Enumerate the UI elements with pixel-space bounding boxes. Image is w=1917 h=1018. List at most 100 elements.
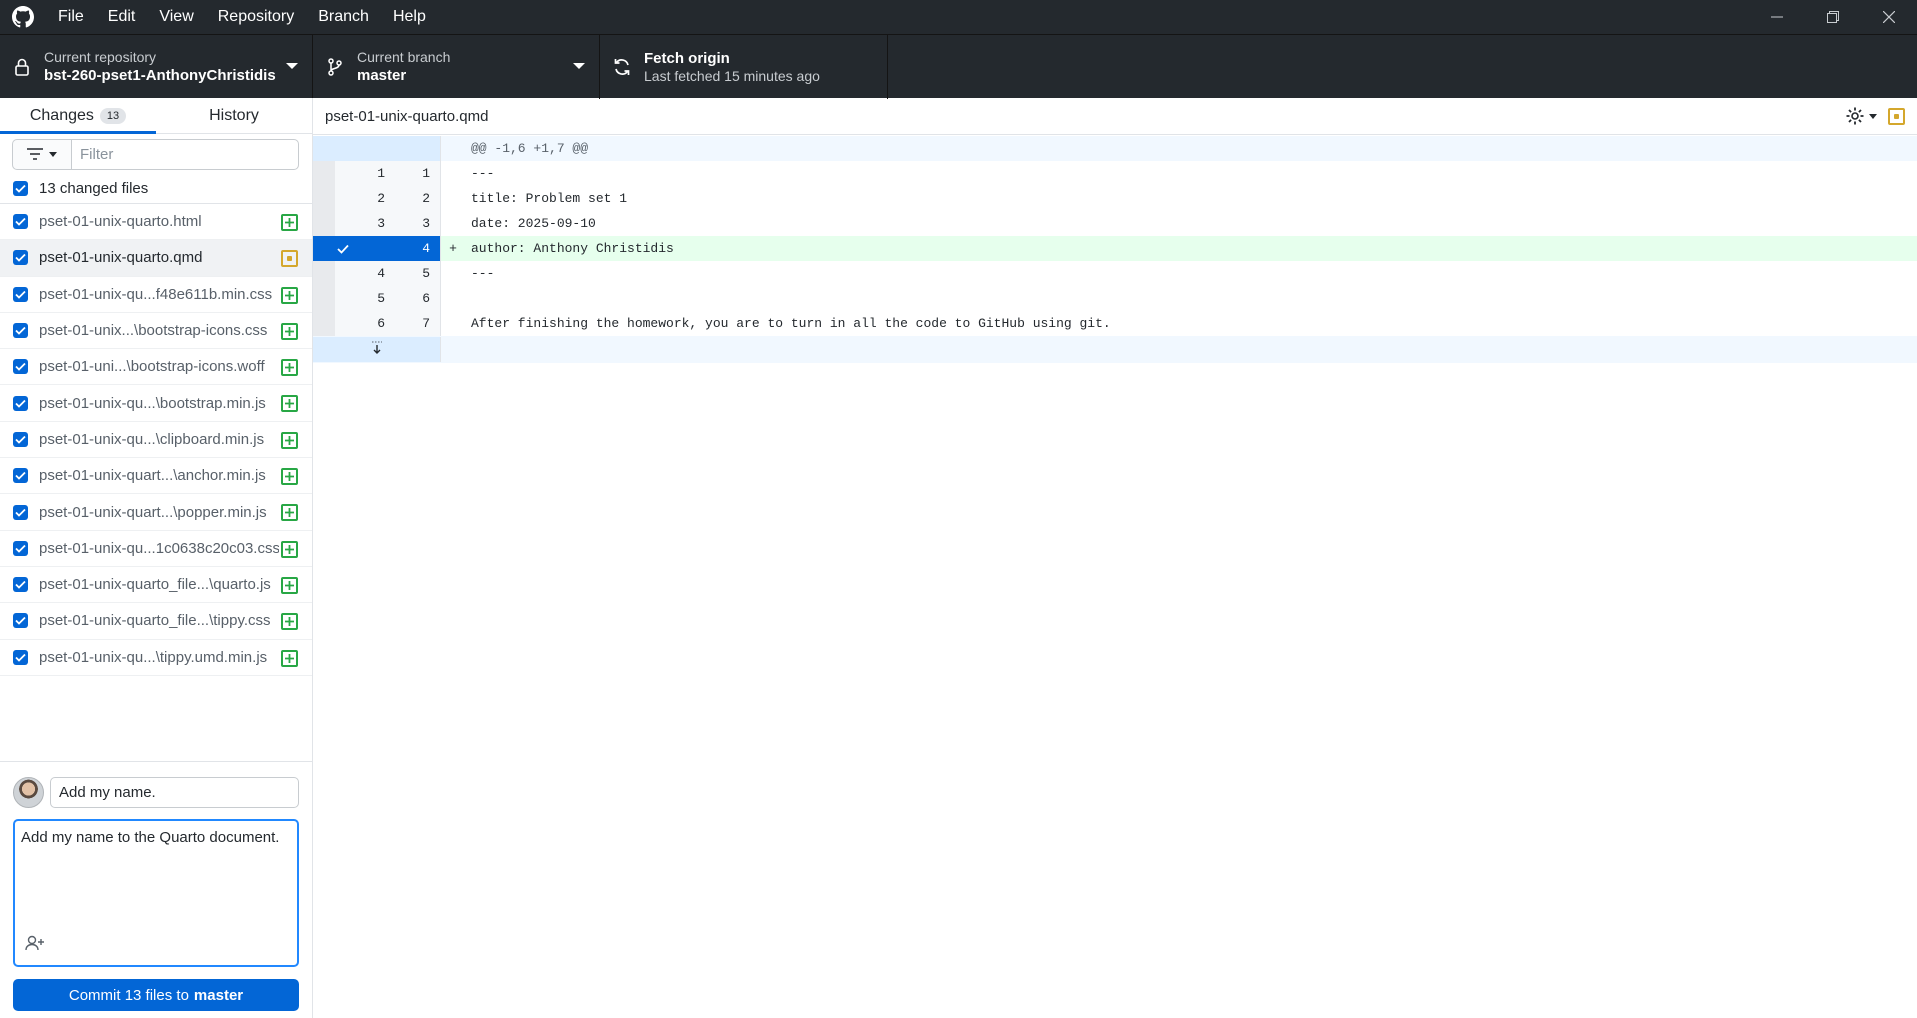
gear-icon	[1846, 107, 1864, 125]
file-checkbox[interactable]	[13, 504, 28, 520]
file-list-item[interactable]: pset-01-unix...\bootstrap-icons.css	[0, 313, 312, 350]
menu-view[interactable]: View	[147, 0, 205, 34]
line-select-gutter[interactable]	[313, 261, 335, 286]
line-select-gutter[interactable]	[313, 311, 335, 336]
menu-bar: File Edit View Repository Branch Help	[46, 0, 438, 34]
file-name: pset-01-unix-qu...1c0638c20c03.css	[39, 539, 279, 557]
file-checkbox[interactable]	[13, 468, 28, 484]
commit-button-branch: master	[193, 986, 244, 1004]
file-list-item[interactable]: pset-01-unix-quart...\popper.min.js	[0, 494, 312, 531]
diff-line-context[interactable]: 4 5 ---	[313, 261, 1917, 286]
toolbar: Current repository bst-260-pset1-Anthony…	[0, 34, 1917, 99]
menu-file[interactable]: File	[46, 0, 96, 34]
filter-options-button[interactable]	[12, 138, 71, 170]
branch-icon	[313, 58, 357, 76]
commit-description-textarea[interactable]: Add my name to the Quarto document.	[13, 819, 299, 967]
file-list-item[interactable]: pset-01-unix-qu...1c0638c20c03.css	[0, 531, 312, 567]
file-list-item[interactable]: pset-01-unix-quarto_file...\tippy.css	[0, 603, 312, 640]
file-checkbox[interactable]	[13, 323, 28, 339]
commit-button[interactable]: Commit 13 files to master	[13, 979, 299, 1011]
line-select-gutter[interactable]	[313, 211, 335, 236]
added-status-icon	[281, 504, 298, 522]
chevron-down-icon	[286, 63, 298, 69]
added-status-icon	[281, 359, 298, 377]
current-branch-dropdown[interactable]: Current branch master	[313, 35, 600, 99]
file-checkbox[interactable]	[13, 359, 28, 375]
file-list-item[interactable]: pset-01-unix-quart...\anchor.min.js	[0, 458, 312, 495]
diff-line-context[interactable]: 3 3 date: 2025-09-10	[313, 211, 1917, 236]
diff-line-text: After finishing the homework, you are to…	[471, 316, 1111, 331]
added-status-icon	[281, 613, 298, 631]
diff-line-context[interactable]: 2 2 title: Problem set 1	[313, 186, 1917, 211]
diff-line-added[interactable]: 4 + author: Anthony Christidis	[313, 236, 1917, 261]
new-line-number: 4	[422, 241, 430, 256]
filter-row	[0, 134, 312, 174]
diff-file-path: pset-01-unix-quarto.qmd	[325, 107, 489, 125]
diff-line-context[interactable]: 56	[313, 286, 1917, 311]
minimize-icon[interactable]	[1749, 0, 1805, 34]
file-list-item[interactable]: pset-01-uni...\bootstrap-icons.woff	[0, 349, 312, 386]
repo-label: Current repository	[44, 49, 157, 65]
file-list-item[interactable]: pset-01-unix-qu...\clipboard.min.js	[0, 422, 312, 459]
old-line-number: 2	[377, 191, 385, 206]
line-select-gutter[interactable]	[313, 161, 335, 186]
file-name: pset-01-unix-qu...f48e611b.min.css	[39, 285, 273, 303]
added-status-icon	[281, 540, 298, 558]
select-all-checkbox[interactable]	[13, 181, 28, 196]
added-status-icon	[281, 576, 298, 594]
file-list-item[interactable]: pset-01-unix-qu...\tippy.umd.min.js	[0, 640, 312, 676]
file-name: pset-01-unix-qu...\bootstrap.min.js	[39, 394, 266, 412]
menu-branch[interactable]: Branch	[306, 0, 381, 34]
file-checkbox[interactable]	[13, 649, 28, 665]
new-line-number: 7	[422, 316, 430, 331]
expand-row	[313, 336, 1917, 363]
file-name: pset-01-uni...\bootstrap-icons.woff	[39, 358, 265, 376]
tab-history[interactable]: History	[156, 98, 312, 133]
diff-line-context[interactable]: 6 7 After finishing the homework, you are …	[313, 311, 1917, 336]
file-checkbox[interactable]	[13, 214, 28, 230]
diff-settings-button[interactable]	[1845, 106, 1877, 126]
line-select-gutter[interactable]	[313, 286, 335, 311]
added-status-icon	[281, 395, 298, 413]
sidebar-tabs: Changes 13 History	[0, 98, 312, 134]
file-list-item[interactable]: pset-01-unix-quarto.html	[0, 204, 312, 241]
file-list-item[interactable]: pset-01-unix-quarto.qmd	[0, 240, 312, 277]
file-checkbox[interactable]	[13, 250, 28, 266]
line-select-gutter[interactable]	[313, 186, 335, 211]
expand-down-icon[interactable]	[370, 341, 384, 359]
file-checkbox[interactable]	[13, 613, 28, 629]
file-checkbox[interactable]	[13, 431, 28, 447]
filter-icon	[27, 148, 43, 160]
commit-summary-input[interactable]	[50, 777, 299, 808]
diff-marker: +	[449, 241, 457, 256]
repo-name: bst-260-pset1-AnthonyChristidis	[44, 67, 276, 84]
add-coauthor-icon[interactable]	[25, 935, 45, 955]
file-checkbox[interactable]	[13, 540, 28, 556]
menu-repository[interactable]: Repository	[206, 0, 306, 34]
select-all-row[interactable]: 13 changed files	[0, 174, 312, 204]
new-line-number: 3	[422, 216, 430, 231]
file-list-item[interactable]: pset-01-unix-qu...f48e611b.min.css	[0, 277, 312, 313]
restore-icon[interactable]	[1805, 0, 1861, 34]
file-name: pset-01-unix-quart...\popper.min.js	[39, 503, 267, 521]
file-name: pset-01-unix-quart...\anchor.min.js	[39, 467, 266, 485]
added-status-icon	[281, 322, 298, 340]
file-list-item[interactable]: pset-01-unix-qu...\bootstrap.min.js	[0, 385, 312, 422]
filter-input[interactable]	[71, 138, 299, 170]
diff-line-context[interactable]: 1 1 ---	[313, 161, 1917, 186]
file-list: pset-01-unix-quarto.html pset-01-unix-qua…	[0, 204, 312, 676]
diff-line-text: ---	[471, 166, 495, 181]
menu-help[interactable]: Help	[381, 0, 438, 34]
new-line-number: 2	[422, 191, 430, 206]
close-icon[interactable]	[1861, 0, 1917, 34]
file-checkbox[interactable]	[13, 286, 28, 302]
tab-changes[interactable]: Changes 13	[0, 98, 156, 134]
fetch-origin-button[interactable]: Fetch origin Last fetched 15 minutes ago	[600, 35, 888, 99]
line-select-gutter[interactable]	[313, 236, 335, 261]
file-checkbox[interactable]	[13, 577, 28, 593]
file-list-item[interactable]: pset-01-unix-quarto_file...\quarto.js	[0, 567, 312, 604]
file-checkbox[interactable]	[13, 395, 28, 411]
current-repository-dropdown[interactable]: Current repository bst-260-pset1-Anthony…	[0, 35, 313, 99]
menu-edit[interactable]: Edit	[96, 0, 148, 34]
file-name: pset-01-unix...\bootstrap-icons.css	[39, 322, 268, 340]
